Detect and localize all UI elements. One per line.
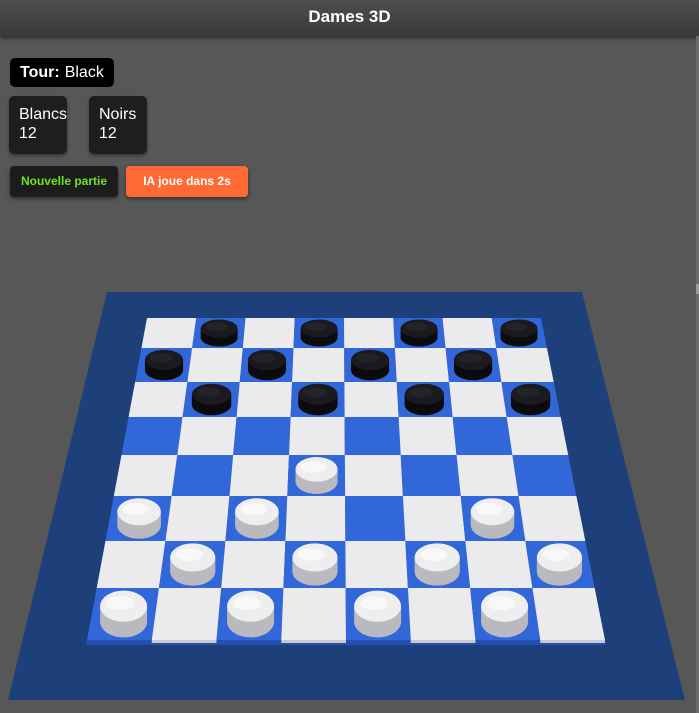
piece-highlight (175, 548, 203, 561)
piece-highlight (476, 502, 503, 516)
piece-highlight (542, 548, 570, 561)
board-square[interactable] (236, 382, 293, 417)
square-edge (410, 640, 476, 643)
board-square[interactable] (128, 382, 188, 417)
white-checker-piece[interactable] (470, 498, 515, 539)
piece-highlight (458, 353, 482, 363)
square-edge (540, 640, 605, 643)
white-checker-piece[interactable] (100, 590, 148, 638)
piece-highlight (405, 322, 428, 331)
board-square[interactable] (452, 417, 513, 455)
board-square[interactable] (398, 417, 457, 455)
black-checker-piece[interactable] (300, 319, 338, 347)
board-square[interactable] (141, 318, 197, 348)
white-checker-piece[interactable] (227, 590, 275, 638)
white-checker-piece[interactable] (536, 543, 583, 586)
board-square[interactable] (165, 496, 230, 541)
piece-highlight (515, 387, 540, 397)
piece-highlight (240, 502, 267, 516)
board-square[interactable] (506, 417, 569, 455)
piece-highlight (205, 322, 228, 331)
white-checker-piece[interactable] (354, 590, 402, 638)
black-checker-piece[interactable] (510, 383, 551, 416)
square-edge (281, 640, 346, 643)
piece-highlight (122, 502, 149, 516)
board-square[interactable] (465, 541, 533, 588)
piece-highlight (505, 322, 528, 331)
black-checker-piece[interactable] (400, 319, 438, 347)
board-square[interactable] (345, 496, 406, 541)
piece-highlight (486, 596, 516, 611)
piece-highlight (196, 387, 221, 397)
black-checker-piece[interactable] (200, 319, 238, 347)
board-square[interactable] (281, 588, 346, 640)
piece-highlight (359, 596, 389, 611)
board-square[interactable] (233, 417, 291, 455)
board-square[interactable] (407, 588, 476, 640)
square-edge (151, 640, 217, 643)
board-square[interactable] (113, 455, 178, 496)
board-square[interactable] (394, 348, 450, 382)
piece-highlight (300, 461, 327, 473)
game-app: Dames 3D Tour: Black Blancs 12 Noirs 12 N… (0, 0, 699, 713)
white-checker-piece[interactable] (117, 498, 161, 539)
board-square[interactable] (177, 417, 237, 455)
board-square[interactable] (285, 496, 346, 541)
board-square[interactable] (402, 496, 466, 541)
piece-highlight (303, 387, 327, 397)
board-square[interactable] (221, 541, 286, 588)
board-square[interactable] (344, 318, 395, 348)
piece-highlight (149, 353, 173, 363)
black-checker-piece[interactable] (191, 383, 232, 416)
board-square[interactable] (121, 417, 183, 455)
board-square[interactable] (229, 455, 290, 496)
board-square[interactable] (456, 455, 519, 496)
piece-highlight (105, 596, 135, 611)
black-checker-piece[interactable] (500, 319, 538, 347)
piece-highlight (232, 596, 262, 611)
board-square[interactable] (344, 417, 401, 455)
board-square[interactable] (512, 455, 577, 496)
board-square[interactable] (292, 348, 345, 382)
board-square[interactable] (449, 382, 507, 417)
board-square[interactable] (345, 541, 408, 588)
white-checker-piece[interactable] (170, 543, 216, 586)
white-checker-piece[interactable] (414, 543, 460, 586)
piece-highlight (355, 353, 379, 363)
black-checker-piece[interactable] (298, 383, 338, 416)
piece-highlight (420, 548, 448, 561)
board-square[interactable] (518, 496, 586, 541)
piece-highlight (252, 353, 276, 363)
black-checker-piece[interactable] (247, 349, 287, 381)
board-square[interactable] (344, 455, 403, 496)
black-checker-piece[interactable] (350, 349, 390, 381)
board-square[interactable] (496, 348, 554, 382)
board-square[interactable] (171, 455, 234, 496)
white-checker-piece[interactable] (235, 498, 279, 539)
white-checker-piece[interactable] (292, 543, 338, 586)
piece-highlight (305, 322, 328, 331)
board-square[interactable] (187, 348, 243, 382)
board-square[interactable] (242, 318, 295, 348)
piece-highlight (298, 548, 326, 561)
black-checker-piece[interactable] (454, 349, 493, 381)
board-square[interactable] (442, 318, 497, 348)
board-square[interactable] (400, 455, 461, 496)
black-checker-piece[interactable] (144, 349, 184, 381)
white-checker-piece[interactable] (295, 457, 338, 494)
black-checker-piece[interactable] (404, 383, 444, 416)
board-square[interactable] (344, 382, 399, 417)
board-square[interactable] (289, 417, 345, 455)
checkers-board-3d[interactable] (0, 0, 699, 713)
board-square[interactable] (151, 588, 222, 640)
white-checker-piece[interactable] (481, 590, 529, 638)
piece-highlight (409, 387, 434, 397)
board-square[interactable] (96, 541, 166, 588)
board-square[interactable] (532, 588, 605, 640)
